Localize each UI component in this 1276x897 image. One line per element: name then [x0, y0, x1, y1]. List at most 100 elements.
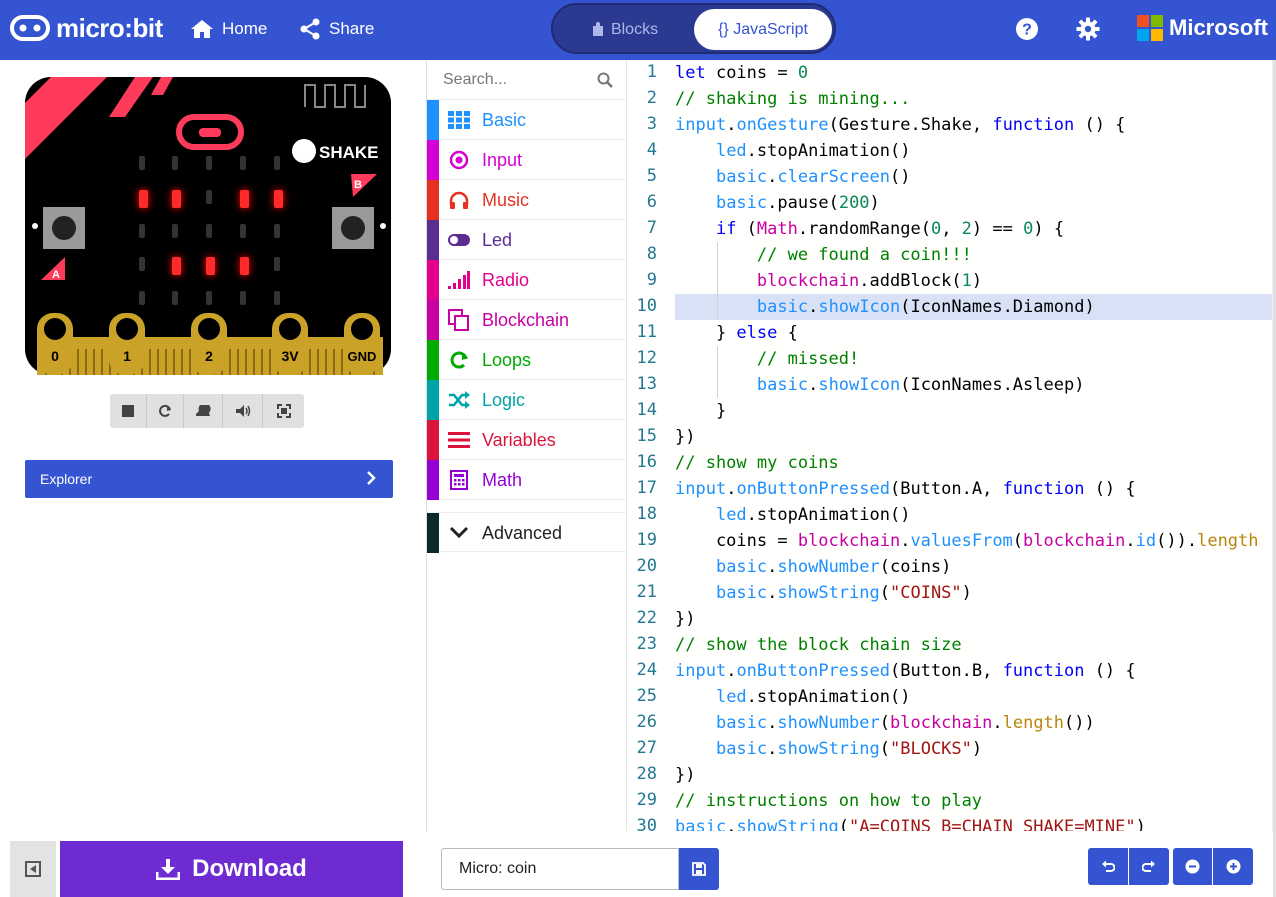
home-button[interactable]: Home	[190, 16, 267, 42]
tab-javascript[interactable]: {} JavaScript	[694, 9, 832, 50]
collapse-simulator-button[interactable]	[10, 841, 56, 897]
code-line[interactable]: }	[675, 398, 726, 424]
category-variables[interactable]: Variables	[427, 420, 626, 460]
line-number: 20	[636, 556, 657, 576]
category-radio[interactable]: Radio	[427, 260, 626, 300]
code-token: .randomRange(	[797, 219, 931, 239]
help-icon[interactable]: ?	[1015, 17, 1039, 41]
category-loops[interactable]: Loops	[427, 340, 626, 380]
code-line[interactable]: // show my coins	[675, 450, 839, 476]
code-token: 2	[961, 219, 972, 239]
code-line[interactable]: basic.clearScreen()	[675, 164, 911, 190]
download-label: Download	[192, 855, 307, 882]
code-line[interactable]: // we found a coin!!!	[675, 242, 972, 268]
puzzle-icon	[592, 21, 603, 36]
category-advanced[interactable]: Advanced	[427, 512, 626, 553]
microbit-logo-icon	[10, 15, 50, 41]
project-name-input[interactable]	[441, 848, 679, 890]
code-line[interactable]: basic.showNumber(blockchain.length())	[675, 710, 1095, 736]
code-line[interactable]: blockchain.addBlock(1)	[675, 268, 982, 294]
microbit-board[interactable]: SHAKE A B 0 1 2 3V GND	[25, 77, 391, 375]
slow-mo-button[interactable]	[184, 394, 223, 428]
led-off	[206, 291, 212, 305]
code-line[interactable]: // missed!	[675, 346, 859, 372]
code-token: showIcon	[818, 297, 901, 317]
save-button[interactable]	[679, 848, 719, 890]
code-token: 0	[797, 63, 809, 83]
category-basic[interactable]: Basic	[427, 100, 626, 140]
gear-icon[interactable]	[1076, 17, 1100, 41]
tab-blocks[interactable]: Blocks	[557, 9, 692, 50]
zoom-out-button[interactable]	[1173, 848, 1212, 885]
code-line[interactable]: basic.showString("COINS")	[675, 580, 972, 606]
code-token: .	[808, 297, 819, 317]
code-line[interactable]: })	[675, 606, 695, 632]
code-line[interactable]: let coins = 0	[675, 60, 808, 86]
category-music[interactable]: Music	[427, 180, 626, 220]
category-blockchain[interactable]: Blockchain	[427, 300, 626, 340]
microbit-logo[interactable]: micro:bit	[10, 12, 163, 44]
search-input[interactable]	[427, 60, 597, 100]
explorer-button[interactable]: Explorer	[25, 460, 393, 498]
code-line[interactable]: led.stopAnimation()	[675, 502, 911, 528]
category-input[interactable]: Input	[427, 140, 626, 180]
code-token: .	[767, 739, 778, 759]
code-line[interactable]: } else {	[675, 320, 798, 346]
code-line[interactable]: // shaking is mining...	[675, 86, 910, 112]
shake-label: SHAKE	[319, 143, 379, 162]
search-icon[interactable]	[597, 72, 613, 88]
code-editor[interactable]: 1 2 3 4 5 6 7 8 9 10 11 12 13 14 15 16 17 18 19 20 21 22 23 24 2…	[626, 60, 1276, 831]
restart-button[interactable]	[147, 394, 184, 428]
code-line[interactable]: })	[675, 762, 695, 788]
led-off	[274, 257, 280, 271]
share-label: Share	[329, 19, 375, 38]
volume-icon	[235, 405, 250, 417]
mute-button[interactable]	[223, 394, 263, 428]
category-color-bar	[427, 513, 439, 553]
code-line[interactable]: input.onButtonPressed(Button.A, function…	[675, 476, 1136, 502]
code-line[interactable]: basic.pause(200)	[675, 190, 880, 216]
code-line[interactable]: coins = blockchain.valuesFrom(blockchain…	[675, 528, 1259, 554]
code-line[interactable]: basic.showIcon(IconNames.Asleep)	[675, 372, 1085, 398]
led-off	[172, 291, 178, 305]
code-line[interactable]: input.onButtonPressed(Button.B, function…	[675, 658, 1136, 684]
code-line[interactable]: // show the block chain size	[675, 632, 962, 658]
category-math[interactable]: Math	[427, 460, 626, 500]
code-line[interactable]: led.stopAnimation()	[675, 684, 911, 710]
code-line[interactable]: if (Math.randomRange(0, 2) == 0) {	[675, 216, 1064, 242]
code-line[interactable]: basic.showNumber(coins)	[675, 554, 951, 580]
category-led[interactable]: Led	[427, 220, 626, 260]
code-line[interactable]: led.stopAnimation()	[675, 138, 911, 164]
undo-button[interactable]	[1088, 848, 1128, 885]
line-number: 15	[636, 426, 657, 446]
microsoft-logo[interactable]: Microsoft	[1137, 15, 1268, 41]
code-token: .	[746, 687, 757, 707]
code-token: Math	[756, 219, 798, 239]
code-line[interactable]: basic.showString("A=COINS B=CHAIN SHAKE=…	[675, 814, 1146, 831]
code-line[interactable]: // instructions on how to play	[675, 788, 982, 814]
code-token: .	[746, 141, 757, 161]
share-button[interactable]: Share	[299, 16, 374, 42]
fullscreen-button[interactable]	[263, 394, 304, 428]
code-line[interactable]: basic.showIcon(IconNames.Diamond)	[675, 294, 1095, 320]
redo-button[interactable]	[1129, 848, 1169, 885]
code-line[interactable]: })	[675, 424, 695, 450]
category-color-bar	[427, 260, 439, 300]
code-token: ())	[1064, 713, 1095, 733]
code-line[interactable]: basic.showString("BLOCKS")	[675, 736, 982, 762]
code-token: }	[675, 401, 727, 421]
stop-button[interactable]	[110, 394, 147, 428]
zoom-in-button[interactable]	[1213, 848, 1253, 885]
code-token: .	[767, 167, 778, 187]
toolbox: Basic Input Music Led Radio Blockchain Loops Lo…	[426, 60, 626, 831]
code-line[interactable]: input.onGesture(Gesture.Shake, function …	[675, 112, 1125, 138]
download-button[interactable]: Download	[60, 841, 403, 897]
category-logic[interactable]: Logic	[427, 380, 626, 420]
category-color-bar	[427, 100, 439, 140]
line-number: 16	[636, 452, 657, 472]
headphones-icon	[447, 190, 471, 210]
code-token: valuesFrom	[910, 531, 1013, 551]
